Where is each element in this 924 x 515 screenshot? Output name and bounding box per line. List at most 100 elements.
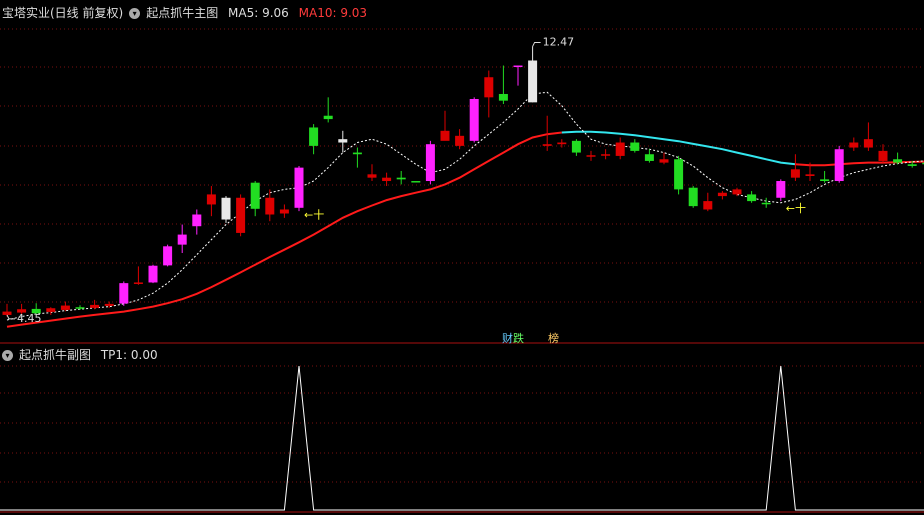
candle bbox=[790, 154, 800, 182]
candle bbox=[878, 144, 888, 163]
candle bbox=[820, 170, 830, 183]
candle-body bbox=[104, 303, 114, 306]
candle bbox=[119, 281, 129, 306]
candle-body bbox=[498, 93, 508, 101]
candle bbox=[630, 139, 640, 153]
candle-body bbox=[352, 152, 362, 155]
ma10-segment-red bbox=[795, 160, 924, 167]
candle-body bbox=[46, 308, 56, 312]
candle-body bbox=[396, 177, 406, 180]
candle-body bbox=[615, 142, 625, 156]
candle-body bbox=[90, 304, 100, 308]
sub-chart-header: ▾ 起点抓牛副图 TP1: 0.00 bbox=[2, 346, 164, 363]
candle-body bbox=[367, 174, 377, 178]
candle bbox=[469, 97, 479, 143]
signal-cross-marker: ←十 bbox=[786, 201, 806, 215]
candle bbox=[148, 264, 158, 284]
candle-body bbox=[455, 135, 465, 146]
candle bbox=[46, 307, 56, 315]
candle-body bbox=[834, 149, 844, 182]
tag-bang[interactable]: 榜 bbox=[548, 330, 559, 346]
candle-body bbox=[382, 177, 392, 182]
candle bbox=[382, 172, 392, 187]
candle bbox=[776, 179, 786, 202]
main-indicator-name[interactable]: 起点抓牛主图 bbox=[146, 6, 218, 20]
candle-body bbox=[571, 140, 581, 153]
candle bbox=[747, 191, 757, 203]
candle bbox=[396, 170, 406, 185]
signal-cross-marker: ←十 bbox=[304, 208, 324, 222]
candle-body bbox=[60, 305, 70, 310]
tag-cai-label: 财 bbox=[502, 332, 513, 345]
tag-cai[interactable]: 财跌 bbox=[502, 330, 524, 346]
candle-body bbox=[761, 202, 771, 205]
candle bbox=[192, 209, 202, 235]
candle bbox=[411, 181, 421, 183]
candle-body bbox=[75, 307, 85, 309]
candle-body bbox=[557, 142, 567, 145]
chevron-down-icon[interactable]: ▾ bbox=[129, 8, 141, 19]
candle-body bbox=[601, 154, 611, 156]
ma5-value: MA5: 9.06 bbox=[228, 6, 289, 20]
candle-body bbox=[863, 139, 873, 148]
candle bbox=[601, 149, 611, 160]
candle bbox=[703, 192, 713, 212]
candle bbox=[352, 147, 362, 168]
candle bbox=[498, 65, 508, 105]
candle-body bbox=[790, 169, 800, 178]
sub-indicator-name[interactable]: 起点抓牛副图 bbox=[19, 348, 91, 362]
candle-body bbox=[411, 181, 421, 183]
chevron-down-icon[interactable]: ▾ bbox=[2, 350, 13, 361]
chart-canvas: 12.47 4.45 ←十 ←十 bbox=[0, 28, 924, 513]
candle-body bbox=[265, 197, 275, 215]
candle bbox=[425, 140, 435, 185]
candle bbox=[674, 155, 684, 195]
candle bbox=[761, 197, 771, 208]
candle bbox=[440, 110, 450, 141]
candle bbox=[484, 70, 494, 118]
candle bbox=[2, 303, 12, 317]
candle-body bbox=[119, 283, 129, 304]
candle-body bbox=[469, 99, 479, 141]
candle bbox=[688, 186, 698, 208]
candle bbox=[863, 122, 873, 151]
candle-body bbox=[542, 144, 552, 146]
candle-body bbox=[644, 154, 654, 161]
ma10-value: MA10: 9.03 bbox=[298, 6, 368, 20]
candle bbox=[323, 97, 333, 123]
candle-body bbox=[338, 139, 348, 143]
candle bbox=[250, 181, 260, 217]
candle-body bbox=[2, 311, 12, 315]
high-pointer bbox=[532, 41, 541, 47]
markers: 12.47 4.45 ←十 ←十 bbox=[6, 35, 806, 325]
candle bbox=[338, 130, 348, 153]
candle-body bbox=[206, 194, 216, 205]
sub-gridlines bbox=[0, 365, 924, 483]
candle-body bbox=[192, 214, 202, 227]
candle-body bbox=[820, 179, 830, 182]
candle bbox=[236, 194, 246, 237]
candle bbox=[644, 149, 654, 163]
candle bbox=[309, 124, 319, 155]
candle bbox=[60, 301, 70, 312]
ma10-line bbox=[6, 130, 924, 328]
stock-title[interactable]: 宝塔实业(日线 前复权) bbox=[2, 6, 123, 20]
candle bbox=[717, 191, 727, 200]
candle bbox=[177, 224, 187, 253]
candle-body bbox=[630, 142, 640, 151]
candlesticks bbox=[2, 46, 924, 317]
candle bbox=[367, 164, 377, 182]
high-price-label: 12.47 bbox=[543, 35, 575, 48]
candle-body bbox=[133, 282, 143, 284]
candle bbox=[513, 65, 523, 86]
candle-body bbox=[717, 192, 727, 197]
candle-body bbox=[747, 194, 757, 202]
low-pointer bbox=[6, 314, 15, 320]
candle-body bbox=[163, 246, 173, 266]
candle bbox=[90, 299, 100, 310]
candle-body bbox=[177, 234, 187, 245]
candle-body bbox=[586, 155, 596, 157]
main-chart-header: 宝塔实业(日线 前复权) ▾ 起点抓牛主图 MA5: 9.06 MA10: 9.03 bbox=[2, 4, 373, 21]
candle bbox=[732, 187, 742, 197]
candle-body bbox=[279, 209, 289, 214]
